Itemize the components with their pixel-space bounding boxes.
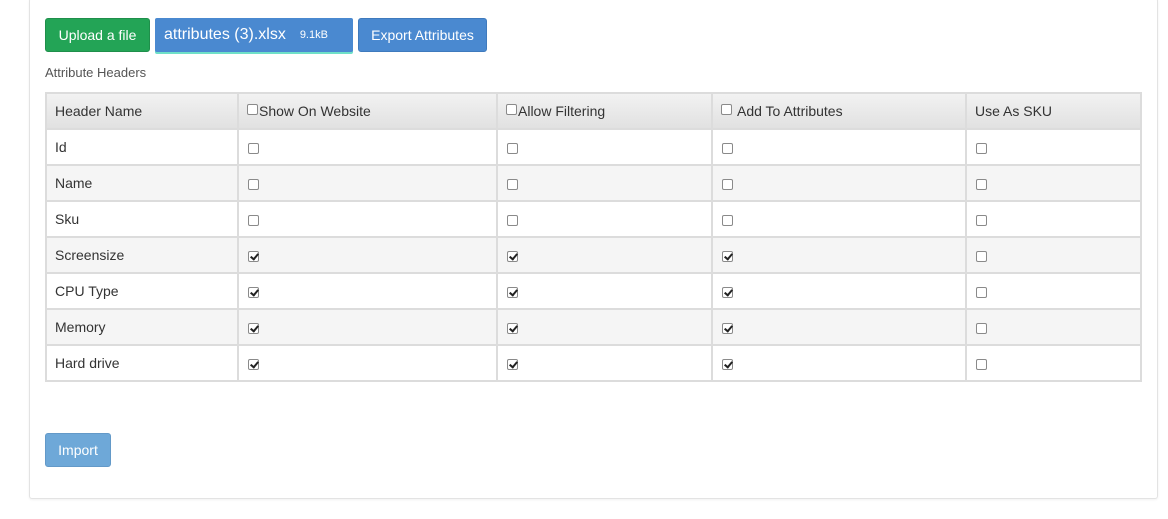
header-name: Name: [55, 175, 93, 191]
col-add-to-attributes: Add To Attributes: [711, 92, 967, 130]
show-on-website-cell: [237, 128, 498, 166]
col-header-name: Header Name: [45, 92, 239, 130]
header-name-cell: CPU Type: [45, 272, 239, 310]
use-as-sku-checkbox[interactable]: [976, 214, 987, 226]
show-on-website-checkbox[interactable]: [248, 358, 259, 370]
header-name: Id: [55, 139, 67, 155]
uploaded-file-chip[interactable]: attributes (3).xlsx 9.1kB: [155, 18, 353, 52]
use-as-sku-cell: [965, 164, 1142, 202]
table-row: Memory: [45, 308, 1142, 346]
file-toolbar: Upload a file attributes (3).xlsx 9.1kB …: [45, 18, 487, 52]
use-as-sku-cell: [965, 128, 1142, 166]
add-to-attributes-checkbox[interactable]: [722, 178, 733, 190]
use-as-sku-checkbox[interactable]: [976, 250, 987, 262]
show-on-website-checkbox[interactable]: [248, 322, 259, 334]
use-as-sku-checkbox[interactable]: [976, 178, 987, 190]
header-name: Hard drive: [55, 355, 120, 371]
add-to-attributes-cell: [711, 128, 967, 166]
select-all-add-to-attributes-checkbox[interactable]: [721, 103, 732, 115]
show-on-website-cell: [237, 308, 498, 346]
use-as-sku-cell: [965, 308, 1142, 346]
use-as-sku-checkbox[interactable]: [976, 142, 987, 154]
allow-filtering-checkbox[interactable]: [507, 178, 518, 190]
show-on-website-cell: [237, 200, 498, 238]
table-row: Name: [45, 164, 1142, 202]
use-as-sku-checkbox[interactable]: [976, 286, 987, 298]
select-all-show-on-website-checkbox[interactable]: [247, 103, 258, 115]
show-on-website-checkbox[interactable]: [248, 286, 259, 298]
add-to-attributes-cell: [711, 164, 967, 202]
allow-filtering-cell: [496, 272, 713, 310]
allow-filtering-cell: [496, 164, 713, 202]
show-on-website-cell: [237, 344, 498, 382]
table-row: Hard drive: [45, 344, 1142, 382]
allow-filtering-cell: [496, 128, 713, 166]
add-to-attributes-cell: [711, 200, 967, 238]
add-to-attributes-checkbox[interactable]: [722, 214, 733, 226]
header-name-cell: Screensize: [45, 236, 239, 274]
table-row: Sku: [45, 200, 1142, 238]
add-to-attributes-cell: [711, 236, 967, 274]
header-name-cell: Sku: [45, 200, 239, 238]
allow-filtering-checkbox[interactable]: [507, 358, 518, 370]
show-on-website-checkbox[interactable]: [248, 142, 259, 154]
show-on-website-checkbox[interactable]: [248, 214, 259, 226]
attribute-import-panel: Upload a file attributes (3).xlsx 9.1kB …: [29, 0, 1158, 499]
header-name-cell: Hard drive: [45, 344, 239, 382]
file-size: 9.1kB: [299, 29, 328, 41]
add-to-attributes-checkbox[interactable]: [722, 286, 733, 298]
attribute-headers-label: Attribute Headers: [45, 65, 147, 80]
allow-filtering-cell: [496, 236, 713, 274]
use-as-sku-checkbox[interactable]: [976, 322, 987, 334]
use-as-sku-cell: [965, 344, 1142, 382]
col-allow-filtering: Allow Filtering: [496, 92, 713, 130]
use-as-sku-cell: [965, 236, 1142, 274]
show-on-website-checkbox[interactable]: [248, 250, 259, 262]
header-name: Sku: [55, 211, 80, 227]
select-all-allow-filtering-checkbox[interactable]: [506, 103, 517, 115]
file-name: attributes (3).xlsx: [164, 26, 286, 43]
table-header-row: Header Name Show On Website Allow Filter…: [45, 92, 1142, 130]
header-name: CPU Type: [55, 283, 119, 299]
add-to-attributes-checkbox[interactable]: [722, 322, 733, 334]
add-to-attributes-cell: [711, 344, 967, 382]
show-on-website-cell: [237, 272, 498, 310]
use-as-sku-checkbox[interactable]: [976, 358, 987, 370]
allow-filtering-checkbox[interactable]: [507, 142, 518, 154]
add-to-attributes-checkbox[interactable]: [722, 142, 733, 154]
allow-filtering-checkbox[interactable]: [507, 322, 518, 334]
import-button[interactable]: Import: [45, 433, 111, 467]
allow-filtering-checkbox[interactable]: [507, 286, 518, 298]
allow-filtering-cell: [496, 344, 713, 382]
header-name-cell: Name: [45, 164, 239, 202]
show-on-website-cell: [237, 164, 498, 202]
header-name: Screensize: [55, 247, 125, 263]
col-use-as-sku: Use As SKU: [965, 92, 1142, 130]
add-to-attributes-checkbox[interactable]: [722, 250, 733, 262]
add-to-attributes-cell: [711, 272, 967, 310]
header-name-cell: Id: [45, 128, 239, 166]
header-name-cell: Memory: [45, 308, 239, 346]
show-on-website-checkbox[interactable]: [248, 178, 259, 190]
allow-filtering-cell: [496, 308, 713, 346]
col-show-on-website: Show On Website: [237, 92, 498, 130]
use-as-sku-cell: [965, 200, 1142, 238]
table-row: CPU Type: [45, 272, 1142, 310]
table-row: Id: [45, 128, 1142, 166]
table-row: Screensize: [45, 236, 1142, 274]
header-name: Memory: [55, 319, 106, 335]
use-as-sku-cell: [965, 272, 1142, 310]
add-to-attributes-cell: [711, 308, 967, 346]
allow-filtering-checkbox[interactable]: [507, 250, 518, 262]
allow-filtering-checkbox[interactable]: [507, 214, 518, 226]
show-on-website-cell: [237, 236, 498, 274]
upload-file-button[interactable]: Upload a file: [45, 18, 150, 52]
attribute-headers-table: Header Name Show On Website Allow Filter…: [45, 92, 1142, 382]
add-to-attributes-checkbox[interactable]: [722, 358, 733, 370]
export-attributes-button[interactable]: Export Attributes: [358, 18, 487, 52]
allow-filtering-cell: [496, 200, 713, 238]
